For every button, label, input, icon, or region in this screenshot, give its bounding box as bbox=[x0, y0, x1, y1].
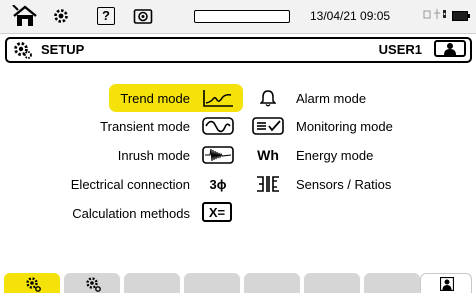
page-header: SETUP USER1 bbox=[5, 37, 472, 63]
menu-item-trend-mode[interactable]: Trend mode bbox=[0, 85, 250, 111]
menu-item-label: Sensors / Ratios bbox=[296, 176, 392, 192]
tab-setup-2[interactable] bbox=[64, 273, 120, 293]
user-icon bbox=[444, 42, 456, 55]
tab-empty-1[interactable] bbox=[124, 273, 180, 293]
battery-icon bbox=[452, 11, 470, 21]
menu-item-label: Transient mode bbox=[100, 118, 190, 134]
menu-item-label: Energy mode bbox=[296, 147, 374, 163]
tab-empty-2[interactable] bbox=[184, 273, 240, 293]
energy-icon: Wh bbox=[257, 147, 279, 163]
three-phase-icon: 3ϕ bbox=[209, 176, 227, 192]
memory-progress-bar bbox=[194, 10, 290, 23]
inrush-icon bbox=[200, 143, 236, 167]
user-button[interactable] bbox=[434, 40, 466, 57]
monitoring-icon bbox=[250, 114, 286, 138]
gear-icon bbox=[86, 277, 101, 292]
tab-user[interactable] bbox=[420, 273, 472, 293]
setup-gear-icon[interactable] bbox=[50, 4, 72, 28]
trend-icon bbox=[200, 86, 236, 110]
menu-item-calculation-methods[interactable]: Calculation methods X= bbox=[0, 200, 250, 226]
menu-item-transient-mode[interactable]: Transient mode bbox=[0, 113, 250, 139]
help-icon[interactable]: ? bbox=[95, 4, 117, 28]
tab-empty-5[interactable] bbox=[364, 273, 420, 293]
transient-icon bbox=[200, 114, 236, 138]
page-title: SETUP bbox=[41, 42, 85, 57]
menu-item-label: Alarm mode bbox=[296, 90, 367, 106]
menu-item-inrush-mode[interactable]: Inrush mode bbox=[0, 142, 250, 168]
connection-icons bbox=[423, 8, 449, 23]
gear-icon bbox=[26, 277, 41, 292]
setup-gear-icon bbox=[13, 40, 33, 60]
bell-icon bbox=[254, 86, 282, 110]
menu-item-label: Electrical connection bbox=[70, 176, 190, 192]
menu-item-alarm-mode[interactable]: Alarm mode bbox=[250, 85, 450, 111]
tab-setup-1[interactable] bbox=[4, 273, 60, 293]
menu-item-electrical-connection[interactable]: Electrical connection 3ϕ bbox=[0, 171, 250, 197]
menu-item-monitoring-mode[interactable]: Monitoring mode bbox=[250, 113, 450, 139]
menu-item-label: Calculation methods bbox=[72, 205, 190, 221]
datetime-text: 13/04/21 09:05 bbox=[310, 9, 391, 23]
bottom-tab-bar bbox=[0, 273, 476, 293]
status-bar: ? 13/04/21 09:05 bbox=[0, 0, 476, 34]
menu-item-label: Inrush mode bbox=[117, 147, 190, 163]
camera-icon[interactable] bbox=[131, 4, 155, 28]
tab-empty-4[interactable] bbox=[304, 273, 360, 293]
tab-empty-3[interactable] bbox=[244, 273, 300, 293]
sensors-icon bbox=[252, 172, 284, 196]
menu-item-energy-mode[interactable]: Wh Energy mode bbox=[250, 142, 450, 168]
user-icon bbox=[440, 277, 454, 291]
calculation-icon: X= bbox=[202, 202, 232, 222]
home-icon[interactable] bbox=[11, 4, 39, 28]
menu-item-label: Monitoring mode bbox=[296, 118, 393, 134]
menu-item-sensors-ratios[interactable]: Sensors / Ratios bbox=[250, 171, 450, 197]
help-glyph: ? bbox=[97, 7, 115, 25]
menu-item-label: Trend mode bbox=[120, 90, 190, 106]
user-label: USER1 bbox=[378, 42, 422, 57]
